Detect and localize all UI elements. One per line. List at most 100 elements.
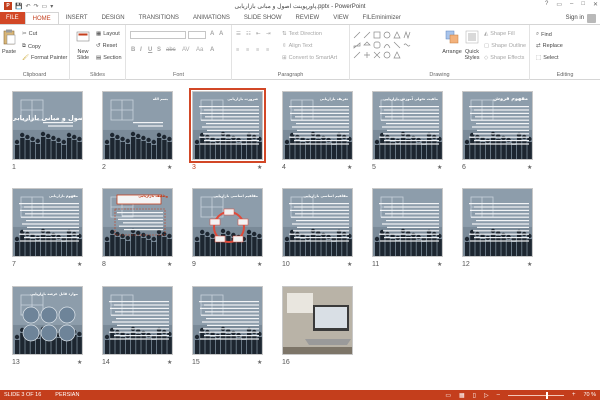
new-slide-button[interactable]: New Slide xyxy=(72,29,94,61)
zoom-slider-thumb[interactable] xyxy=(545,391,548,399)
layout-button[interactable]: ▦ Layout xyxy=(96,31,120,37)
cut-button[interactable]: ✂ Cut xyxy=(22,31,37,37)
underline-button[interactable]: U xyxy=(148,47,152,53)
copy-button[interactable]: ⧉ Copy xyxy=(22,43,41,50)
text-direction-button[interactable]: ⇅ Text Direction xyxy=(282,31,322,37)
redo-icon[interactable]: ↷ xyxy=(34,3,39,10)
shadow-button[interactable]: S xyxy=(157,47,161,53)
arrange-button[interactable]: Arrange xyxy=(442,29,462,55)
help-icon[interactable]: ? xyxy=(545,1,548,8)
transition-star-icon[interactable]: ★ xyxy=(347,261,352,268)
tab-transitions[interactable]: TRANSITIONS xyxy=(132,12,186,24)
slideshow-view-icon[interactable]: ▷ xyxy=(484,392,489,399)
slide-thumbnail[interactable]: مفاهیم اساسی بازاریابی xyxy=(192,188,263,257)
tab-home[interactable]: HOME xyxy=(24,12,59,24)
transition-star-icon[interactable]: ★ xyxy=(257,164,262,171)
slide-thumbnail[interactable] xyxy=(102,286,173,355)
transition-star-icon[interactable]: ★ xyxy=(437,261,442,268)
slide-thumbnail[interactable]: مفهوم فروش xyxy=(462,91,533,160)
slide-thumbnail[interactable]: ضرورت بازاریابی xyxy=(189,88,266,163)
smartart-button[interactable]: ⊞ Convert to SmartArt xyxy=(282,55,337,61)
replace-button[interactable]: ⇄ Replace xyxy=(536,43,563,49)
font-size-combo[interactable] xyxy=(188,31,206,39)
slide-thumbnail[interactable]: وظایف بازاریابی xyxy=(102,188,173,257)
tab-review[interactable]: REVIEW xyxy=(289,12,327,24)
start-slideshow-icon[interactable]: ▭ xyxy=(42,3,48,10)
sign-in[interactable]: Sign in xyxy=(566,12,600,24)
transition-star-icon[interactable]: ★ xyxy=(77,359,82,366)
zoom-out-icon[interactable]: – xyxy=(497,392,500,398)
shrink-font-icon[interactable]: A xyxy=(219,31,223,37)
align-left-button[interactable]: ≡ xyxy=(236,47,239,53)
shape-fill-button[interactable]: ◭ Shape Fill xyxy=(484,31,515,37)
strikethrough-button[interactable]: abc xyxy=(166,47,176,53)
reset-button[interactable]: ↺ Reset xyxy=(96,43,117,49)
italic-button[interactable]: I xyxy=(140,47,142,53)
slide-thumbnail[interactable]: اصول و مبانی بازاریابی xyxy=(12,91,83,160)
transition-star-icon[interactable]: ★ xyxy=(167,261,172,268)
slide-thumbnail[interactable]: مفهوم بازاریابی xyxy=(12,188,83,257)
shape-effects-button[interactable]: ◇ Shape Effects xyxy=(484,55,524,61)
decrease-indent-button[interactable]: ⇤ xyxy=(256,31,261,37)
numbering-button[interactable]: ☷ xyxy=(246,31,251,37)
close-icon[interactable]: ✕ xyxy=(593,1,598,8)
minimize-icon[interactable]: – xyxy=(570,1,573,8)
slide-thumbnail[interactable] xyxy=(192,286,263,355)
find-button[interactable]: ⌕ Find xyxy=(536,31,552,38)
undo-icon[interactable]: ↶ xyxy=(25,3,30,10)
align-right-button[interactable]: ≡ xyxy=(256,47,259,53)
tab-view[interactable]: VIEW xyxy=(326,12,355,24)
zoom-slider[interactable] xyxy=(507,391,564,399)
transition-star-icon[interactable]: ★ xyxy=(347,164,352,171)
normal-view-icon[interactable]: ▭ xyxy=(445,392,451,399)
transition-star-icon[interactable]: ★ xyxy=(437,164,442,171)
zoom-level[interactable]: 70 % xyxy=(583,392,596,398)
transition-star-icon[interactable]: ★ xyxy=(167,359,172,366)
transition-star-icon[interactable]: ★ xyxy=(527,164,532,171)
paste-button[interactable]: Paste xyxy=(2,29,16,55)
align-center-button[interactable]: ≡ xyxy=(246,47,249,53)
tab-fileminimizer[interactable]: FILEminimizer xyxy=(356,12,408,24)
justify-button[interactable]: ≡ xyxy=(266,47,269,53)
slide-thumbnail[interactable] xyxy=(282,286,353,355)
slide-sorter-view-icon[interactable]: ▦ xyxy=(459,392,465,399)
transition-star-icon[interactable]: ★ xyxy=(257,359,262,366)
transition-star-icon[interactable]: ★ xyxy=(77,261,82,268)
grow-font-icon[interactable]: A xyxy=(210,31,214,37)
maximize-icon[interactable]: □ xyxy=(581,1,585,8)
transition-star-icon[interactable]: ★ xyxy=(527,261,532,268)
save-icon[interactable]: 💾 xyxy=(15,3,22,10)
slide-thumbnail[interactable]: مفاهیم اساسی بازاریابی xyxy=(282,188,353,257)
font-color-button[interactable]: A xyxy=(210,47,214,53)
slide-thumbnail[interactable] xyxy=(372,188,443,257)
language-indicator[interactable]: PERSIAN xyxy=(55,392,79,398)
tab-file[interactable]: FILE xyxy=(0,12,25,24)
slide-thumbnail[interactable]: تعریف بازاریابی xyxy=(282,91,353,160)
format-painter-button[interactable]: 🖌 Format Painter xyxy=(22,55,67,61)
customize-qat-icon[interactable]: ▾ xyxy=(50,3,53,10)
tab-insert[interactable]: INSERT xyxy=(59,12,95,24)
transition-star-icon[interactable]: ★ xyxy=(167,164,172,171)
section-button[interactable]: ▤ Section xyxy=(96,55,122,61)
slide-thumbnail[interactable] xyxy=(462,188,533,257)
slide-thumbnail[interactable]: ماهیت تحولی آموزش بازاریابی xyxy=(372,91,443,160)
reading-view-icon[interactable]: ▯ xyxy=(473,392,476,399)
font-name-combo[interactable] xyxy=(130,31,186,39)
slide-thumbnail[interactable]: موارد قابل عرضه بازاریابی xyxy=(12,286,83,355)
select-button[interactable]: ⬚ Select xyxy=(536,55,559,61)
align-text-button[interactable]: ⇳ Align Text xyxy=(282,43,312,49)
tab-design[interactable]: DESIGN xyxy=(95,12,132,24)
change-case-button[interactable]: Aa xyxy=(196,47,203,53)
bullets-button[interactable]: ☰ xyxy=(236,31,241,37)
shapes-gallery[interactable] xyxy=(352,30,412,60)
tab-slide-show[interactable]: SLIDE SHOW xyxy=(237,12,289,24)
ribbon-display-icon[interactable]: ▭ xyxy=(556,1,562,8)
character-spacing-button[interactable]: AV xyxy=(182,47,190,53)
bold-button[interactable]: B xyxy=(131,47,135,53)
quick-styles-button[interactable]: Quick Styles xyxy=(462,29,482,61)
transition-star-icon[interactable]: ★ xyxy=(257,261,262,268)
tab-animations[interactable]: ANIMATIONS xyxy=(186,12,237,24)
shape-outline-button[interactable]: ▢ Shape Outline xyxy=(484,43,526,49)
increase-indent-button[interactable]: ⇥ xyxy=(266,31,271,37)
slide-thumbnail[interactable]: بسم الله xyxy=(102,91,173,160)
